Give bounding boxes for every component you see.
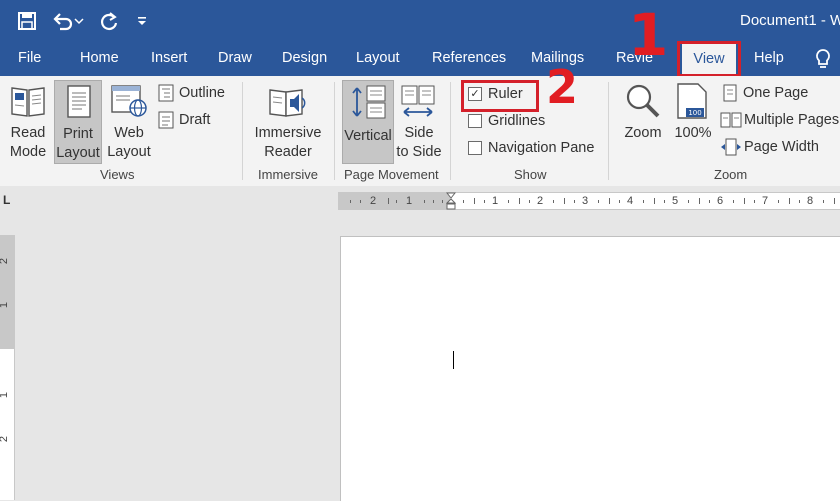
- vertical-label: Vertical: [344, 128, 392, 144]
- ruler-number: 6: [717, 195, 724, 207]
- outline-icon: [158, 84, 174, 107]
- ruler-number: 1: [406, 195, 413, 207]
- ruler-area: L 2 1 1 2 3 4 5 6 7 8: [0, 186, 840, 214]
- group-divider: [242, 82, 243, 180]
- web-layout-icon: [110, 84, 148, 123]
- read-mode-label-1: Read: [10, 125, 46, 141]
- immersive-group-label: Immersive: [258, 167, 318, 182]
- outline-label: Outline: [179, 85, 225, 101]
- ruler-number: 1: [0, 302, 10, 308]
- group-divider: [608, 82, 609, 180]
- step-1-marker: 1: [628, 1, 669, 69]
- tab-file[interactable]: File: [18, 50, 41, 66]
- views-group-label: Views: [100, 167, 135, 182]
- customize-qat-icon[interactable]: [132, 8, 152, 34]
- ruler-number: 2: [0, 436, 10, 442]
- ruler-number: 4: [627, 195, 634, 207]
- tab-insert[interactable]: Insert: [151, 50, 187, 66]
- print-layout-icon: [65, 85, 93, 124]
- tab-home[interactable]: Home: [80, 50, 119, 66]
- zoom-100-icon-text: 100: [688, 109, 702, 117]
- page-movement-group-label: Page Movement: [344, 167, 439, 182]
- one-page-label: One Page: [743, 85, 809, 101]
- side-to-side-icon: [400, 84, 436, 123]
- read-mode-label-2: Mode: [9, 144, 47, 160]
- side-to-side-label-2: to Side: [396, 144, 442, 160]
- document-title: Document1 - W: [740, 12, 840, 29]
- document-page[interactable]: [340, 236, 840, 501]
- ruler-number: 2: [537, 195, 544, 207]
- immersive-reader-label-1: Immersive: [254, 125, 322, 141]
- tab-references[interactable]: References: [432, 50, 506, 66]
- ruler-number: 7: [762, 195, 769, 207]
- show-group-label: Show: [514, 167, 547, 182]
- vertical-button[interactable]: Vertical: [342, 80, 394, 164]
- navigation-pane-label: Navigation Pane: [488, 140, 595, 156]
- ruler-number: 3: [582, 195, 589, 207]
- vertical-ruler-margin: [0, 235, 14, 349]
- step-2-marker: 2: [546, 60, 579, 114]
- lightbulb-icon[interactable]: [814, 48, 834, 70]
- ruler-number: 1: [492, 195, 499, 207]
- ruler-checkbox-highlight: [461, 80, 539, 112]
- page-width-label: Page Width: [744, 139, 819, 155]
- view-ribbon: Read Mode Print Layout Web Layout Outlin…: [0, 76, 840, 187]
- side-to-side-label-1: Side: [404, 125, 434, 141]
- ruler-number: 8: [807, 195, 814, 207]
- tab-selector-button[interactable]: L: [3, 193, 10, 207]
- immersive-reader-label-2: Reader: [264, 144, 312, 160]
- tab-layout[interactable]: Layout: [356, 50, 400, 66]
- ruler-number: 5: [672, 195, 679, 207]
- vertical-ruler[interactable]: 2 1 1 2: [0, 235, 15, 500]
- zoom-group-label: Zoom: [714, 167, 748, 182]
- zoom-label: Zoom: [624, 125, 662, 141]
- print-layout-button[interactable]: Print Layout: [54, 80, 102, 164]
- view-tab-highlight: [677, 41, 741, 77]
- zoom-100-icon: 100: [676, 82, 708, 120]
- group-divider: [450, 82, 451, 180]
- gridlines-label: Gridlines: [488, 113, 546, 129]
- text-cursor: [453, 351, 454, 369]
- read-mode-icon: [10, 84, 46, 123]
- ruler-number: 2: [0, 258, 10, 264]
- draft-label: Draft: [179, 112, 211, 128]
- magnifier-icon: [624, 82, 662, 125]
- horizontal-ruler[interactable]: 2 1 1 2 3 4 5 6 7 8: [338, 192, 840, 210]
- ruler-number: 1: [0, 392, 10, 398]
- page-width-icon: [720, 138, 742, 161]
- tab-design[interactable]: Design: [282, 50, 327, 66]
- redo-icon[interactable]: [96, 8, 122, 34]
- web-layout-label-1: Web: [114, 125, 144, 141]
- print-layout-label-2: Layout: [56, 145, 100, 161]
- indent-marker-icon[interactable]: [445, 192, 457, 215]
- web-layout-label-2: Layout: [107, 144, 151, 160]
- save-icon[interactable]: [14, 8, 40, 34]
- one-page-icon: [722, 84, 738, 107]
- tab-draw[interactable]: Draw: [218, 50, 252, 66]
- zoom-100-label: 100%: [674, 125, 712, 141]
- multiple-pages-icon: [720, 111, 742, 134]
- navigation-pane-check-icon: [468, 141, 482, 155]
- title-bar: Document1 - W: [0, 0, 840, 42]
- tab-help[interactable]: Help: [754, 50, 784, 66]
- immersive-reader-icon: [268, 84, 308, 125]
- ruler-number: 2: [370, 195, 377, 207]
- draft-icon: [158, 111, 174, 134]
- gridlines-check-icon: [468, 114, 482, 128]
- vertical-scroll-icon: [349, 84, 389, 125]
- multiple-pages-label: Multiple Pages: [744, 112, 840, 128]
- group-divider: [334, 82, 335, 180]
- undo-dropdown-icon[interactable]: [72, 8, 86, 34]
- print-layout-label-1: Print: [63, 126, 93, 142]
